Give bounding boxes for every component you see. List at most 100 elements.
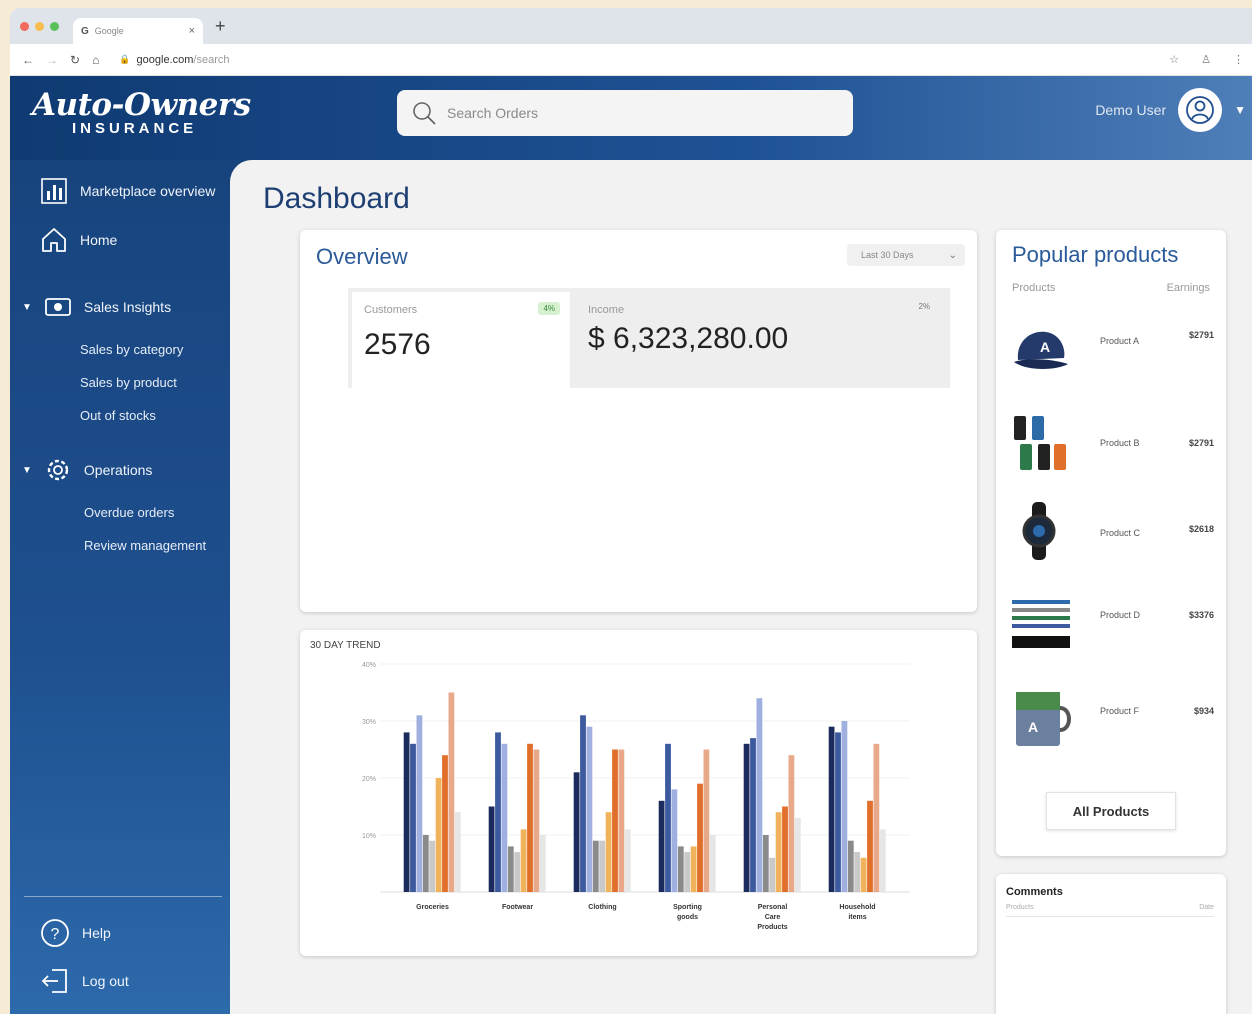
product-row[interactable]: A Product A $2791 xyxy=(996,310,1226,390)
all-products-button[interactable]: All Products xyxy=(1046,792,1176,830)
sidebar-item-label: Operations xyxy=(83,462,153,478)
new-tab-button[interactable]: + xyxy=(215,16,226,37)
svg-text:?: ? xyxy=(51,926,60,943)
sidebar-item-home[interactable]: Home xyxy=(40,226,117,254)
cap-icon: A xyxy=(1014,331,1068,369)
product-earnings: $3376 xyxy=(1188,610,1214,620)
chart-bar xyxy=(867,800,873,892)
product-row[interactable]: Product C $2618 xyxy=(996,500,1226,580)
chart-bar xyxy=(788,755,795,892)
product-name: Product C xyxy=(1100,528,1141,538)
chart-bar xyxy=(769,857,776,892)
chart-bar xyxy=(828,726,835,892)
customers-metric: Customers 4% 2576 xyxy=(352,292,570,388)
help-icon: ? xyxy=(41,919,69,947)
tumblers-icon xyxy=(1014,416,1066,470)
products-column-header: Products xyxy=(1012,282,1056,294)
expand-icon[interactable]: ▼ xyxy=(22,465,32,476)
product-row[interactable]: A Product F $934 xyxy=(996,682,1226,762)
chart-bar xyxy=(495,732,501,892)
sidebar-item-label: Log out xyxy=(82,973,129,989)
sidebar-sub-sales-category[interactable]: Sales by category xyxy=(80,342,183,357)
pens-icon xyxy=(1012,600,1070,648)
product-row[interactable]: Product B $2791 xyxy=(996,410,1226,490)
url-field[interactable]: 🔒 google.com/search xyxy=(119,54,229,66)
close-window-button[interactable] xyxy=(20,21,29,31)
back-icon[interactable]: ← xyxy=(22,53,34,67)
avatar[interactable] xyxy=(1178,88,1223,132)
product-name: Product D xyxy=(1100,610,1141,620)
sidebar-item-help[interactable]: ? Help xyxy=(40,918,111,948)
sidebar-divider xyxy=(24,896,222,897)
date-range-select[interactable]: Last 30 Days ⌄ xyxy=(847,244,965,266)
user-icon xyxy=(1186,96,1215,124)
chart-bar xyxy=(435,778,442,892)
profile-icon[interactable]: ♙ xyxy=(1201,53,1211,66)
chart-bar xyxy=(527,743,533,892)
chart-bar xyxy=(703,749,710,892)
chart-bar xyxy=(448,692,455,892)
overview-title: Overview xyxy=(316,244,408,269)
x-tick-label: Personal xyxy=(758,904,788,911)
sidebar-item-label: Help xyxy=(82,925,111,941)
product-name: Product F xyxy=(1100,706,1140,716)
sidebar-sub-overdue-orders[interactable]: Overdue orders xyxy=(84,505,174,520)
sidebar-sub-out-of-stocks[interactable]: Out of stocks xyxy=(80,408,156,423)
chart-bar xyxy=(410,743,416,892)
chart-bar xyxy=(847,840,854,892)
tab-close-icon[interactable]: × xyxy=(189,25,195,37)
sidebar-sub-review-management[interactable]: Review management xyxy=(84,538,206,553)
product-earnings: $2618 xyxy=(1188,524,1214,534)
home-icon xyxy=(42,228,66,252)
chart-bar xyxy=(507,846,514,892)
x-tick-label: Sporting xyxy=(673,904,702,911)
income-pct: 2% xyxy=(918,302,930,311)
sidebar-item-sales-insights[interactable]: ▼ Sales Insights xyxy=(22,296,171,318)
customers-value: 2576 xyxy=(364,328,431,361)
chart-bar xyxy=(488,806,495,892)
search-input[interactable] xyxy=(447,105,827,121)
overview-card: Overview Last 30 Days ⌄ Customers 4% 257… xyxy=(300,230,977,612)
browser-tabbar: G Google × + xyxy=(10,8,1252,44)
chart-bar xyxy=(422,835,429,892)
reload-icon[interactable]: ↻ xyxy=(70,53,80,67)
y-tick-label: 30% xyxy=(362,719,376,726)
earnings-column-header: Earnings xyxy=(1166,282,1210,294)
chart-bar xyxy=(794,817,801,892)
comments-divider xyxy=(1006,916,1214,917)
chart-bar xyxy=(514,852,521,892)
sidebar-item-marketplace[interactable]: Marketplace overview xyxy=(40,176,215,206)
chevron-down-icon[interactable]: ▼ xyxy=(1234,103,1246,117)
tab-favicon: G xyxy=(81,25,89,37)
chart-bar xyxy=(684,852,691,892)
maximize-window-button[interactable] xyxy=(50,21,59,31)
browser-tab[interactable]: G Google × xyxy=(73,18,203,44)
sidebar-item-logout[interactable]: Log out xyxy=(40,966,129,996)
expand-icon[interactable]: ▼ xyxy=(22,302,32,313)
income-value: $ 6,323,280.00 xyxy=(588,322,789,355)
chart-bar xyxy=(690,846,697,892)
window-controls xyxy=(20,21,59,31)
menu-dots-icon[interactable]: ⋮ xyxy=(1233,53,1244,66)
chart-bar xyxy=(612,749,618,892)
star-icon[interactable]: ☆ xyxy=(1169,53,1179,66)
chart-bar xyxy=(841,721,848,892)
x-tick-label: Care xyxy=(765,914,781,921)
sidebar-item-operations[interactable]: ▼ Operations xyxy=(22,456,152,484)
chart-bar xyxy=(580,715,586,892)
user-menu[interactable]: Demo User ▼ xyxy=(1095,88,1246,132)
product-row[interactable]: Product D $3376 xyxy=(996,586,1226,666)
forward-icon[interactable]: → xyxy=(46,53,58,67)
chart-bar xyxy=(618,749,625,892)
money-icon xyxy=(45,298,71,316)
sidebar-sub-sales-product[interactable]: Sales by product xyxy=(80,375,177,390)
minimize-window-button[interactable] xyxy=(35,21,44,31)
chart-bar xyxy=(573,772,580,892)
home-browser-icon[interactable]: ⌂ xyxy=(92,53,99,67)
chart-bar xyxy=(835,732,841,892)
comments-title: Comments xyxy=(1006,886,1063,898)
chart-bar xyxy=(860,857,867,892)
trend-chart: 10% 20% 30% 40% Groceries Footwear Clothing Spo… xyxy=(362,662,910,931)
customers-label: Customers xyxy=(364,304,418,316)
logo[interactable]: Auto-Owners INSURANCE xyxy=(32,88,251,137)
